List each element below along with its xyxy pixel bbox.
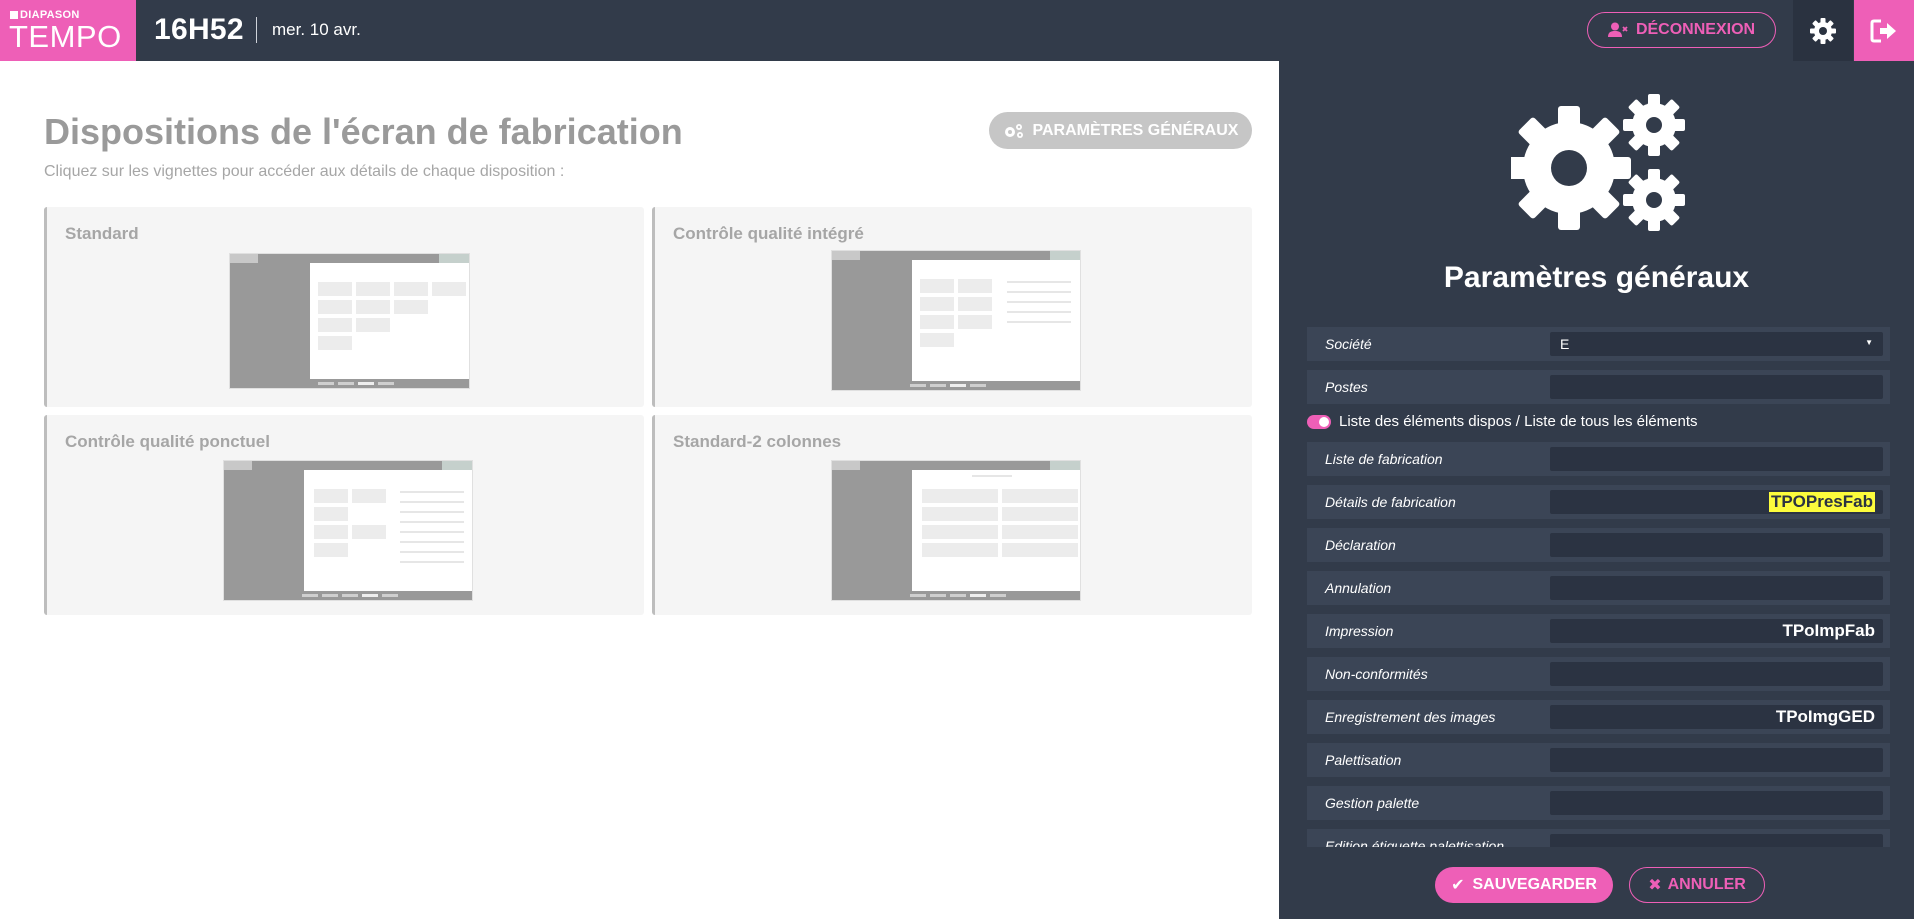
- setting-row-non-conformites: Non-conformités: [1307, 657, 1890, 691]
- layout-thumbnail: [223, 460, 473, 601]
- settings-gears-icon: [1507, 93, 1711, 233]
- toggle-label: Liste des éléments dispos / Liste de tou…: [1339, 413, 1698, 430]
- setting-label: Edition étiquette palettisation: [1325, 838, 1505, 847]
- general-params-button[interactable]: PARAMÈTRES GÉNÉRAUX: [989, 112, 1252, 149]
- page-subtitle: Cliquez sur les vignettes pour accéder a…: [44, 163, 565, 180]
- layout-card-standard[interactable]: Standard: [44, 207, 644, 407]
- available-elements-toggle-row: Liste des éléments dispos / Liste de tou…: [1307, 407, 1890, 437]
- logo-main-text: TEMPO: [9, 19, 122, 54]
- setting-label: Postes: [1325, 379, 1368, 395]
- non-conformites-field[interactable]: [1550, 662, 1883, 686]
- edition-etiquette-field[interactable]: [1550, 834, 1883, 847]
- impression-field[interactable]: TPoImpFab: [1550, 619, 1883, 643]
- setting-row-declaration: Déclaration: [1307, 528, 1890, 562]
- setting-label: Déclaration: [1325, 537, 1396, 553]
- current-date: mer. 10 avr.: [272, 20, 361, 39]
- setting-label: Détails de fabrication: [1325, 494, 1456, 510]
- panel-title: Paramètres généraux: [1443, 261, 1750, 294]
- layout-card-title: Contrôle qualité ponctuel: [65, 432, 270, 451]
- setting-label: Non-conformités: [1325, 666, 1428, 682]
- setting-row-gestion-palette: Gestion palette: [1307, 786, 1890, 820]
- check-icon: ✔: [1451, 877, 1465, 894]
- panel-footer: ✔ SAUVEGARDER ✖ ANNULER: [1279, 851, 1914, 919]
- layout-card-standard-2-columns[interactable]: Standard-2 colonnes: [652, 415, 1252, 615]
- clock-time: 16H52: [154, 13, 244, 46]
- setting-row-edition-etiquette: Edition étiquette palettisation: [1307, 829, 1890, 847]
- layout-card-title: Standard: [65, 224, 139, 243]
- layout-card-title: Contrôle qualité intégré: [673, 224, 864, 243]
- general-settings-panel: Paramètres généraux Société E ▼ Postes L…: [1279, 61, 1914, 919]
- gestion-palette-field[interactable]: [1550, 791, 1883, 815]
- top-bar: DIAPASON TEMPO 16H52 mer. 10 avr. DÉCONN…: [0, 0, 1914, 61]
- logout-label: DÉCONNEXION: [1635, 21, 1756, 38]
- save-button[interactable]: ✔ SAUVEGARDER: [1435, 867, 1613, 903]
- annulation-field[interactable]: [1550, 576, 1883, 600]
- page-title: Dispositions de l'écran de fabrication: [44, 111, 683, 152]
- setting-row-impression: Impression TPoImpFab: [1307, 614, 1890, 648]
- setting-row-enregistrement-images: Enregistrement des images TPoImgGED: [1307, 700, 1890, 734]
- societe-value: E: [1560, 336, 1570, 352]
- setting-row-liste-fabrication: Liste de fabrication: [1307, 442, 1890, 476]
- cancel-label: ANNULER: [1667, 876, 1746, 893]
- general-params-label: PARAMÈTRES GÉNÉRAUX: [1032, 121, 1239, 139]
- setting-row-palettisation: Palettisation: [1307, 743, 1890, 777]
- setting-label: Liste de fabrication: [1325, 451, 1443, 467]
- layouts-area: Dispositions de l'écran de fabrication C…: [0, 61, 1279, 919]
- save-label: SAUVEGARDER: [1472, 876, 1597, 893]
- setting-label: Annulation: [1325, 580, 1392, 596]
- clock-separator: [256, 17, 257, 43]
- logout-button[interactable]: DÉCONNEXION: [1587, 12, 1776, 48]
- settings-list[interactable]: Société E ▼ Postes Liste des éléments di…: [1307, 327, 1890, 847]
- palettisation-field[interactable]: [1550, 748, 1883, 772]
- highlighted-value: TPOPresFab: [1768, 492, 1875, 512]
- enregistrement-images-field[interactable]: TPoImgGED: [1550, 705, 1883, 729]
- close-icon: ✖: [1648, 877, 1662, 894]
- exit-button[interactable]: [1854, 0, 1914, 61]
- layout-thumbnail: [831, 460, 1081, 601]
- gears-icon: [1004, 123, 1023, 138]
- chevron-down-icon: ▼: [1865, 338, 1873, 347]
- user-remove-icon: [1607, 22, 1628, 37]
- gear-icon: [1810, 17, 1836, 44]
- app-logo: DIAPASON TEMPO: [0, 0, 136, 61]
- setting-label: Société: [1325, 336, 1372, 352]
- layout-card-integrated-qc[interactable]: Contrôle qualité intégré: [652, 207, 1252, 407]
- logo-mark-icon: [10, 11, 18, 19]
- setting-row-annulation: Annulation: [1307, 571, 1890, 605]
- setting-label: Enregistrement des images: [1325, 709, 1496, 725]
- setting-row-postes: Postes: [1307, 370, 1890, 404]
- sign-out-icon: [1870, 19, 1896, 42]
- setting-row-societe: Société E ▼: [1307, 327, 1890, 361]
- layout-thumbnail: [831, 250, 1081, 391]
- layout-card-title: Standard-2 colonnes: [673, 432, 842, 451]
- available-elements-toggle[interactable]: [1307, 415, 1331, 429]
- layout-thumbnail: [229, 253, 470, 389]
- setting-row-details-fabrication: Détails de fabrication TPOPresFab: [1307, 485, 1890, 519]
- setting-label: Gestion palette: [1325, 795, 1420, 811]
- details-fabrication-field[interactable]: TPOPresFab: [1550, 490, 1883, 514]
- setting-label: Impression: [1325, 623, 1394, 639]
- layout-card-spot-qc[interactable]: Contrôle qualité ponctuel: [44, 415, 644, 615]
- cancel-button[interactable]: ✖ ANNULER: [1629, 867, 1765, 903]
- settings-button[interactable]: [1793, 0, 1853, 61]
- societe-select[interactable]: E ▼: [1550, 332, 1883, 356]
- liste-fabrication-field[interactable]: [1550, 447, 1883, 471]
- setting-label: Palettisation: [1325, 752, 1402, 768]
- postes-field[interactable]: [1550, 375, 1883, 399]
- declaration-field[interactable]: [1550, 533, 1883, 557]
